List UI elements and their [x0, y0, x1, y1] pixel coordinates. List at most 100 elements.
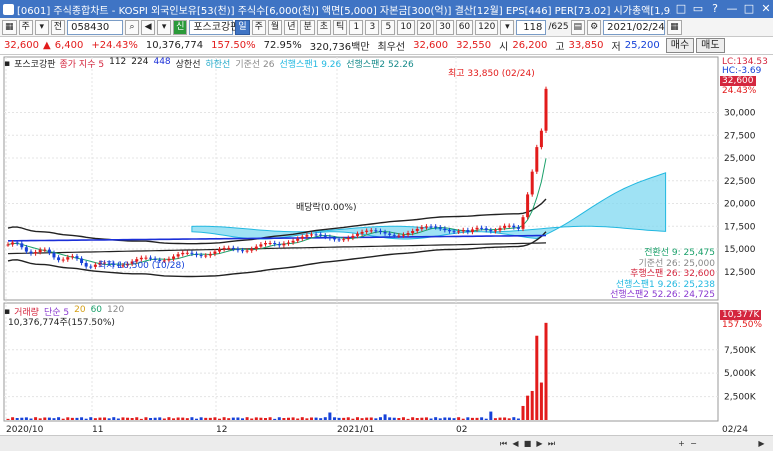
candle-body	[489, 230, 493, 232]
dropdown-icon[interactable]: ▾	[34, 19, 49, 35]
scroll-last-icon[interactable]: ⏭	[546, 438, 557, 449]
candle-body	[66, 257, 70, 260]
stock-code-input[interactable]: 058430	[67, 19, 124, 35]
current-price: 32,600	[4, 40, 39, 51]
stock-chart[interactable]: 12,500 15,000 17,500 20,000 22,500 25,000 27,5…	[0, 55, 773, 435]
window-restore-icon[interactable]: ▭	[691, 2, 705, 16]
tab-period-minute[interactable]: 분	[300, 19, 315, 35]
volume-bar	[43, 417, 47, 420]
tab-period-second[interactable]: 초	[316, 19, 332, 35]
menu-icon[interactable]: ▪	[4, 59, 10, 69]
minute-120-button[interactable]: 120	[475, 19, 499, 35]
count-total: /625	[548, 22, 569, 32]
candle-body	[443, 228, 447, 231]
volume-bar	[268, 417, 272, 420]
price-legend-item[interactable]: 224	[131, 57, 148, 70]
settings-gear-icon[interactable]: ⚙	[587, 19, 602, 35]
volume-bar	[11, 417, 15, 420]
volume-bar	[241, 418, 245, 420]
minute-10-button[interactable]: 10	[397, 19, 415, 35]
candle-body	[429, 226, 433, 228]
tab-period-tick[interactable]: 틱	[333, 19, 348, 35]
volume-bar	[328, 412, 332, 420]
candle-body	[204, 255, 208, 257]
close-icon[interactable]: ✕	[759, 2, 773, 16]
count-input[interactable]: 118	[516, 19, 547, 35]
volume-bar	[254, 417, 258, 420]
help-icon[interactable]: ?	[708, 2, 722, 16]
candle-body	[245, 250, 249, 252]
scroll-prev-icon[interactable]: ◀	[510, 438, 521, 449]
table-icon[interactable]: ▤	[570, 19, 586, 35]
scroll-first-icon[interactable]: ⏮	[498, 438, 509, 449]
candle-body	[355, 233, 359, 236]
price-legend-item[interactable]: 선행스팬2 52.26	[346, 57, 413, 70]
volume-bar	[365, 417, 369, 420]
price-legend-item[interactable]: 종가 지수 5	[60, 57, 105, 70]
scroll-right-icon[interactable]: ▶	[756, 438, 767, 449]
minute-60-button[interactable]: 60	[455, 19, 474, 35]
zoom-out-icon[interactable]: −	[688, 438, 699, 449]
minute-5-button[interactable]: 5	[381, 19, 396, 35]
indicator-values: 전환선 9: 25,475 기준선 26: 25,000 후행스팬 26: 32,6…	[610, 248, 715, 301]
price-legend-item[interactable]: 하한선	[206, 57, 231, 70]
volume-bar	[162, 418, 166, 420]
chart-scrollbar[interactable]: + − ⏮ ◀ ■ ▶ ⏭ ▶	[0, 435, 773, 451]
minute-20-button[interactable]: 20	[416, 19, 435, 35]
tab-period-day[interactable]: 일	[235, 19, 250, 35]
candle-body	[411, 230, 415, 234]
more-dropdown-icon[interactable]: ▾	[500, 19, 515, 35]
search-icon[interactable]: ⌕	[125, 19, 140, 35]
candle-body	[365, 230, 369, 232]
candle-body	[328, 236, 332, 239]
volume-bar	[52, 418, 56, 420]
sell-button[interactable]: 매도	[696, 38, 725, 53]
date-input[interactable]: 2021/02/24	[603, 19, 666, 35]
candle-body	[539, 130, 543, 148]
code-dropdown-icon[interactable]: ▾	[157, 19, 172, 35]
candle-body	[360, 231, 364, 234]
candle-body	[15, 242, 19, 244]
minute-30-button[interactable]: 30	[436, 19, 454, 35]
minute-3-button[interactable]: 3	[365, 19, 380, 35]
date-tick-label: 2021/01	[337, 425, 374, 435]
price-legend-items: 종가 지수 5 112 224 448 상한선 하한선 기준선 26 선행스팬1 9.26 선행…	[60, 57, 414, 70]
price-legend-item[interactable]: 기준선 26	[235, 57, 274, 70]
tab-period-week[interactable]: 주	[251, 19, 266, 35]
maximize-icon[interactable]: □	[742, 2, 756, 16]
price-legend-item[interactable]: 112	[109, 57, 126, 70]
zoom-in-icon[interactable]: +	[676, 438, 687, 449]
speaker-icon[interactable]: ◀	[141, 19, 156, 35]
volume-bar	[29, 418, 33, 420]
candle-body	[332, 238, 336, 240]
minute-1-button[interactable]: 1	[349, 19, 364, 35]
turnover-ratio: 72.95%	[263, 40, 302, 51]
volume-bar	[332, 417, 336, 420]
volume-bar	[153, 417, 157, 420]
window-link-icon[interactable]: □	[674, 2, 688, 16]
tab-period-year[interactable]: 년	[284, 19, 299, 35]
market-select[interactable]: 주	[18, 19, 33, 35]
volume-bar	[185, 418, 189, 420]
candle-body	[264, 243, 268, 245]
calendar-icon[interactable]: ▦	[667, 19, 682, 35]
price-legend-item[interactable]: 선행스팬1 9.26	[280, 57, 342, 70]
tab-period-month[interactable]: 월	[267, 19, 283, 35]
buy-button[interactable]: 매수	[665, 38, 695, 53]
volume-bar	[466, 417, 470, 420]
scroll-next-icon[interactable]: ▶	[534, 438, 545, 449]
volume-bar	[264, 418, 268, 420]
view-select[interactable]: 전	[50, 19, 66, 35]
volume-bar	[130, 418, 134, 420]
stop-icon[interactable]: ■	[522, 438, 533, 449]
volume-bar	[392, 417, 396, 420]
volume-bar	[20, 417, 24, 420]
candle-body	[291, 240, 295, 243]
price-legend-item[interactable]: 448	[153, 57, 170, 70]
grid-menu-icon[interactable]: ▦	[2, 19, 17, 35]
minimize-icon[interactable]: —	[725, 2, 739, 16]
candle-body	[475, 227, 479, 230]
candle-body	[415, 228, 419, 231]
price-tick-label: 17,500	[724, 222, 756, 232]
price-legend-item[interactable]: 상한선	[176, 57, 201, 70]
